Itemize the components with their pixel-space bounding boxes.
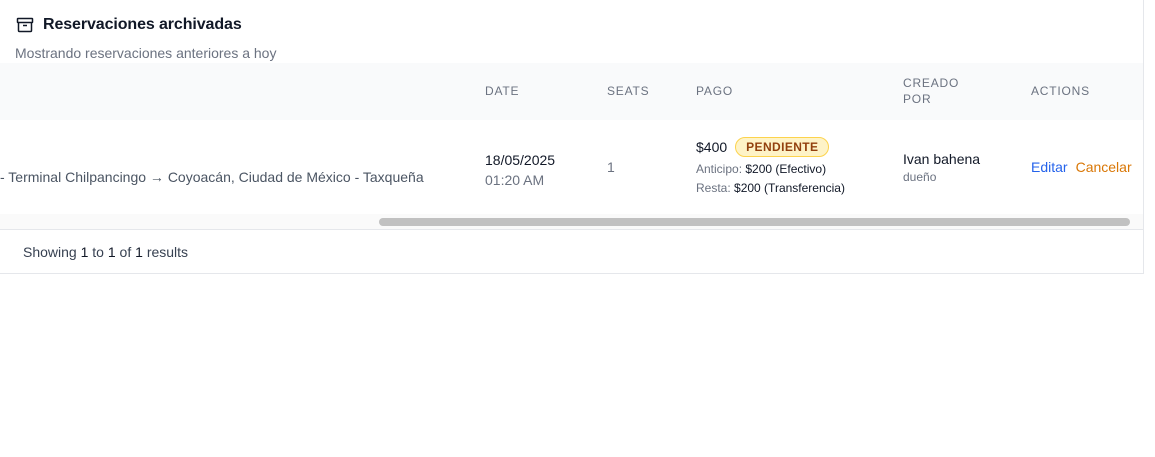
reservation-time: 01:20 AM — [485, 172, 545, 188]
column-header-seats: SEATS — [607, 84, 650, 98]
pago-amount: $400 — [696, 139, 728, 155]
route-cell: - Terminal Chilpancingo → Coyoacán, Ciud… — [0, 169, 424, 185]
column-header-pago: PAGO — [696, 84, 733, 98]
creator-role: dueño — [903, 170, 937, 184]
anticipo-value: $200 (Efectivo) — [745, 162, 827, 176]
results-to: 1 — [107, 244, 116, 260]
title-row: Reservaciones archivadas — [15, 15, 242, 35]
archived-reservations-card: Reservaciones archivadas Mostrando reser… — [0, 0, 1144, 274]
scrollbar-thumb[interactable] — [379, 218, 1130, 226]
horizontal-scrollbar[interactable] — [0, 214, 1143, 230]
creator-cell: Ivan bahena dueño — [903, 151, 980, 184]
pago-resta: Resta: $200 (Transferencia) — [696, 181, 845, 195]
results-from: 1 — [80, 244, 89, 260]
pago-summary: $400 PENDIENTE — [696, 137, 845, 157]
resta-label: Resta: — [696, 181, 731, 195]
pago-cell: $400 PENDIENTE Anticipo: $200 (Efectivo)… — [696, 137, 845, 195]
column-header-creado-line2: POR — [903, 92, 932, 106]
page-subtitle: Mostrando reservaciones anteriores a hoy — [15, 45, 277, 61]
column-header-actions: ACTIONS — [1031, 84, 1090, 98]
of-word: of — [119, 244, 132, 260]
table-header: DATE SEATS PAGO CREADO POR ACTIONS — [0, 63, 1143, 121]
actions-cell: Editar Cancelar — [1031, 159, 1132, 175]
to-word: to — [92, 244, 104, 260]
resta-value: $200 (Transferencia) — [734, 181, 845, 195]
pago-anticipo: Anticipo: $200 (Efectivo) — [696, 162, 845, 176]
anticipo-label: Anticipo: — [696, 162, 743, 176]
showing-word: Showing — [23, 244, 77, 260]
edit-link[interactable]: Editar — [1031, 159, 1068, 175]
card-header: Reservaciones archivadas Mostrando reser… — [15, 0, 1115, 62]
status-badge: PENDIENTE — [735, 137, 830, 157]
creator-name: Ivan bahena — [903, 151, 981, 167]
page-title: Reservaciones archivadas — [43, 16, 242, 33]
archive-icon — [15, 15, 35, 35]
reservation-date: 18/05/2025 — [485, 152, 556, 168]
column-header-creado-line1: CREADO — [903, 76, 960, 90]
seats-cell: 1 — [607, 159, 615, 175]
column-header-creado-por: CREADO POR — [903, 75, 959, 107]
results-word: results — [146, 244, 189, 260]
cancel-link[interactable]: Cancelar — [1076, 159, 1132, 175]
table-row: - Terminal Chilpancingo → Coyoacán, Ciud… — [0, 120, 1143, 215]
column-header-date: DATE — [485, 84, 520, 98]
results-total: 1 — [135, 244, 143, 260]
date-cell: 18/05/2025 01:20 AM — [485, 150, 555, 190]
pagination-summary: Showing 1 to 1 of 1 results — [23, 244, 188, 260]
